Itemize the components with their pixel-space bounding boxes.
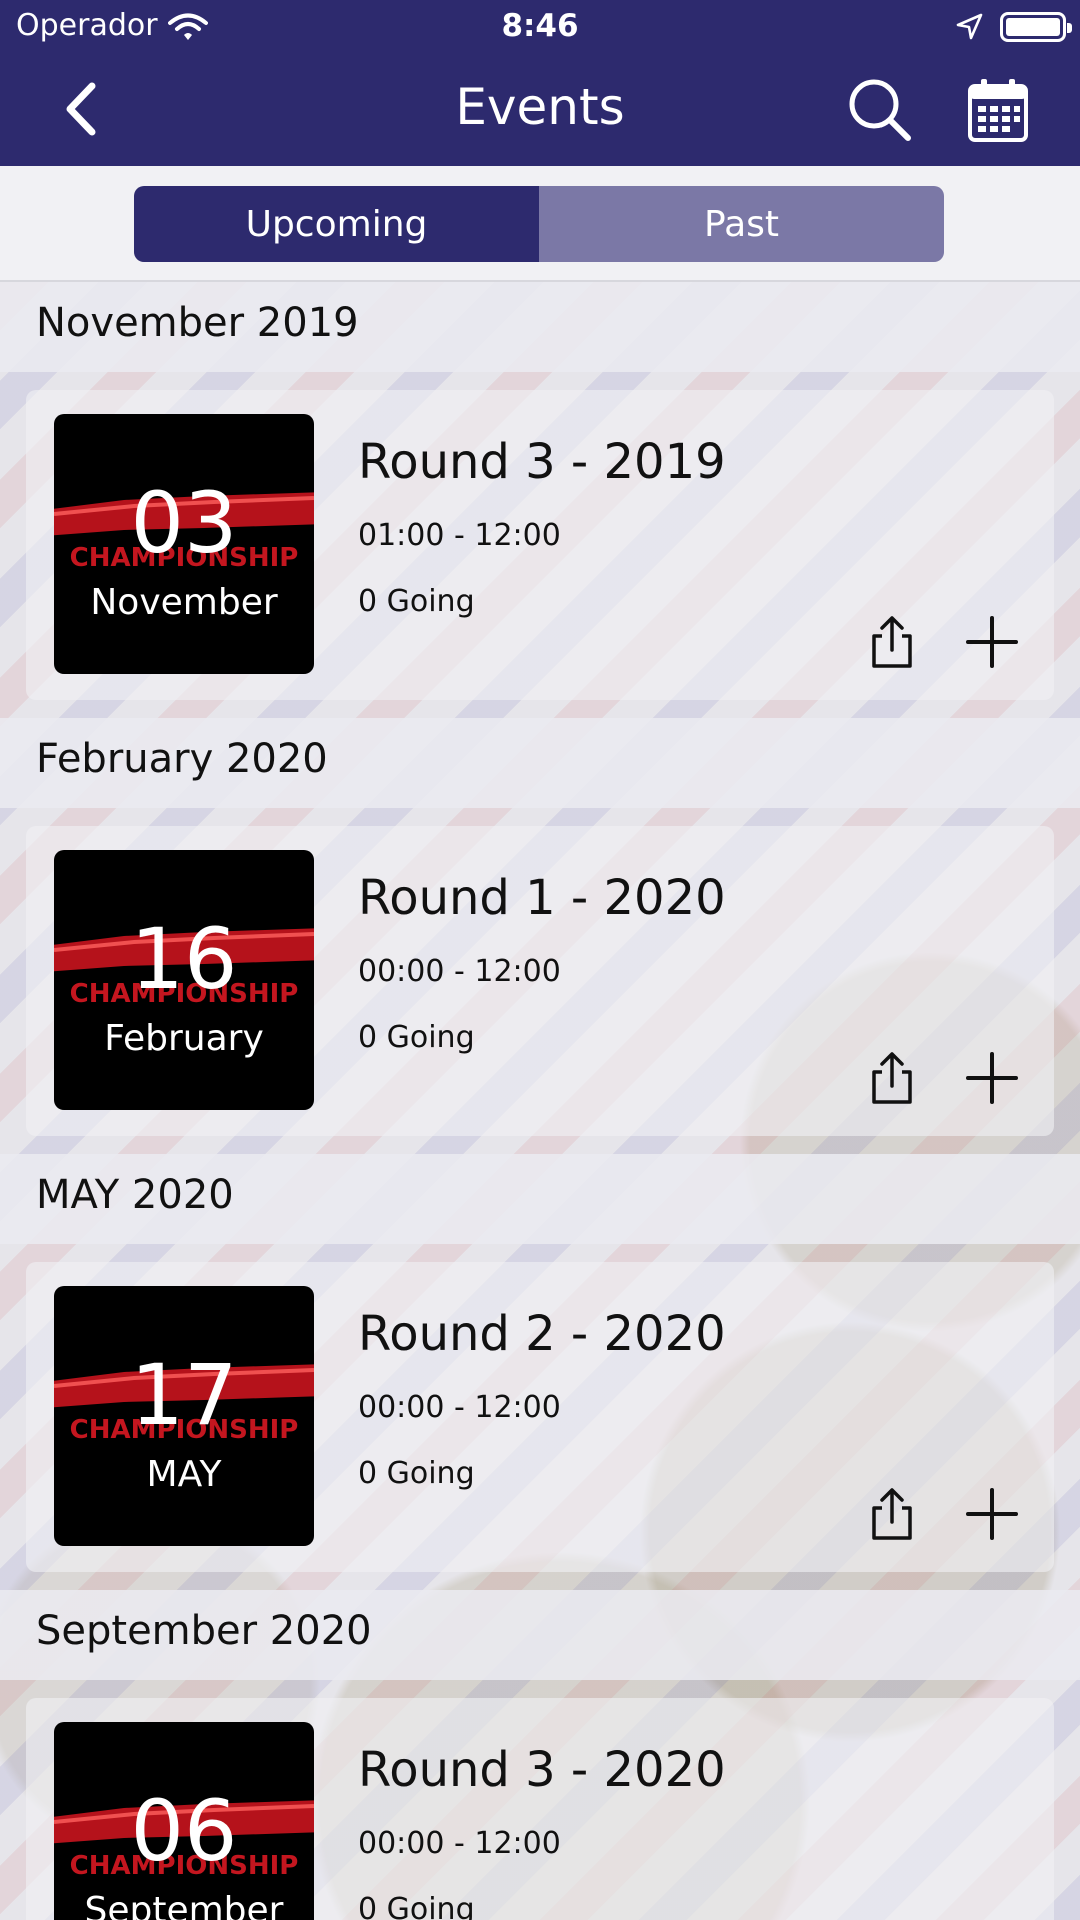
event-date-thumbnail: CHAMPIONSHIP 06 September	[54, 1722, 314, 1920]
battery-icon	[1000, 12, 1072, 42]
add-to-calendar-button[interactable]	[964, 614, 1020, 670]
page-title: Events	[455, 78, 625, 136]
event-card[interactable]: CHAMPIONSHIP 17 MAY Round 2 - 2020 00:00…	[26, 1262, 1054, 1572]
event-month: September	[84, 1890, 284, 1920]
share-icon	[872, 616, 912, 668]
event-going-count: 0 Going	[358, 1020, 475, 1055]
event-day: 16	[130, 910, 238, 1008]
month-header: November 2019	[0, 282, 1080, 372]
event-title: Round 2 - 2020	[358, 1306, 726, 1362]
share-icon	[872, 1488, 912, 1540]
month-header-label: November 2019	[36, 300, 359, 346]
month-header: MAY 2020	[0, 1154, 1080, 1244]
segmented-control: Upcoming Past	[134, 186, 944, 262]
tab-upcoming[interactable]: Upcoming	[134, 186, 539, 262]
tab-past[interactable]: Past	[539, 186, 944, 262]
month-header-label: September 2020	[36, 1608, 372, 1654]
event-card[interactable]: CHAMPIONSHIP 16 February Round 1 - 2020 …	[26, 826, 1054, 1136]
event-date-thumbnail: CHAMPIONSHIP 16 February	[54, 850, 314, 1110]
event-day: 17	[130, 1346, 238, 1444]
navigation-bar: Events	[0, 52, 1080, 166]
event-month: MAY	[146, 1454, 222, 1495]
event-time: 01:00 - 12:00	[358, 518, 561, 553]
plus-icon	[966, 616, 1018, 668]
event-going-count: 0 Going	[358, 1456, 475, 1491]
event-month: November	[90, 582, 278, 623]
share-button[interactable]	[864, 1486, 920, 1542]
event-title: Round 3 - 2019	[358, 434, 726, 490]
add-to-calendar-button[interactable]	[964, 1486, 1020, 1542]
event-card[interactable]: CHAMPIONSHIP 06 September Round 3 - 2020…	[26, 1698, 1054, 1920]
share-icon	[872, 1052, 912, 1104]
month-header: September 2020	[0, 1590, 1080, 1680]
segment-area: Upcoming Past	[0, 166, 1080, 282]
event-going-count: 0 Going	[358, 1892, 475, 1920]
plus-icon	[966, 1488, 1018, 1540]
event-date-thumbnail: CHAMPIONSHIP 03 November	[54, 414, 314, 674]
status-time: 8:46	[501, 8, 579, 44]
month-header: February 2020	[0, 718, 1080, 808]
location-arrow-icon	[954, 12, 984, 46]
event-month: February	[104, 1018, 264, 1059]
month-header-label: February 2020	[36, 736, 328, 782]
share-button[interactable]	[864, 614, 920, 670]
event-day: 03	[130, 474, 238, 572]
event-day: 06	[130, 1782, 238, 1880]
event-title: Round 1 - 2020	[358, 870, 726, 926]
event-card[interactable]: CHAMPIONSHIP 03 November Round 3 - 2019 …	[26, 390, 1054, 700]
event-time: 00:00 - 12:00	[358, 954, 561, 989]
share-button[interactable]	[864, 1050, 920, 1106]
add-to-calendar-button[interactable]	[964, 1050, 1020, 1106]
event-date-thumbnail: CHAMPIONSHIP 17 MAY	[54, 1286, 314, 1546]
calendar-button[interactable]	[964, 76, 1034, 146]
status-bar: Operador 8:46	[0, 0, 1080, 52]
event-time: 00:00 - 12:00	[358, 1826, 561, 1861]
month-header-label: MAY 2020	[36, 1172, 234, 1218]
search-button[interactable]	[846, 76, 916, 146]
event-time: 00:00 - 12:00	[358, 1390, 561, 1425]
search-icon	[849, 79, 911, 141]
calendar-icon	[968, 79, 1028, 142]
plus-icon	[966, 1052, 1018, 1104]
events-list[interactable]: November 2019 CHAMPIONSHIP 03 November R…	[0, 282, 1080, 1920]
event-title: Round 3 - 2020	[358, 1742, 726, 1798]
event-going-count: 0 Going	[358, 584, 475, 619]
